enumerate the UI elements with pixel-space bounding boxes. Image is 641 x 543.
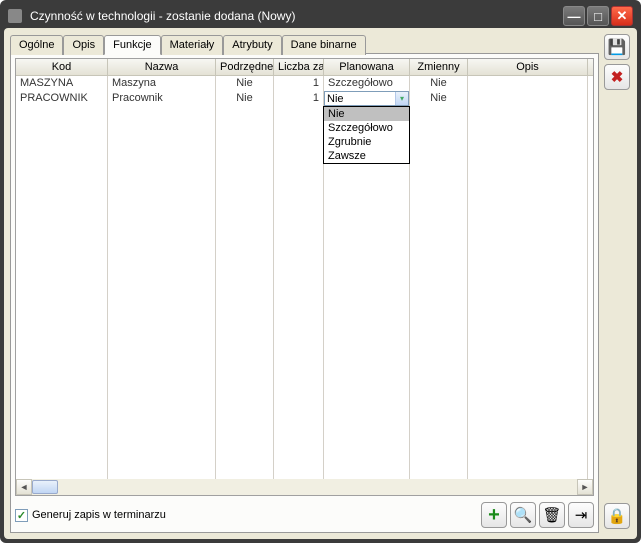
cell-zmienny[interactable]: Nie (410, 76, 467, 91)
client-area: Ogólne Opis Funkcje Materiały Atrybuty D… (4, 28, 637, 539)
col-header-planowana[interactable]: Planowana (324, 59, 410, 75)
dropdown-option[interactable]: Szczegółowo (324, 121, 409, 135)
cell-podrzedne[interactable]: Nie (216, 91, 273, 106)
dropdown-option[interactable]: Nie (324, 107, 409, 121)
scroll-thumb[interactable] (32, 480, 58, 494)
scroll-track[interactable] (32, 479, 577, 495)
cell-liczba[interactable]: 1 (274, 76, 323, 91)
checkbox-label: Generuj zapis w terminarzu (32, 509, 166, 521)
window-title: Czynność w technologii - zostanie dodana… (26, 9, 563, 23)
tab-atrybuty[interactable]: Atrybuty (223, 35, 281, 55)
grid-body: MASZYNA PRACOWNIK Maszyna Pracownik Nie … (16, 76, 593, 479)
cancel-button[interactable]: ✖ (604, 64, 630, 90)
grid: Kod Nazwa Podrzędne Liczba zas Planowana… (15, 58, 594, 496)
minimize-button[interactable]: — (563, 6, 585, 26)
tab-strip: Ogólne Opis Funkcje Materiały Atrybuty D… (10, 34, 599, 54)
maximize-button[interactable]: □ (587, 6, 609, 26)
cell-kod[interactable]: PRACOWNIK (16, 91, 107, 106)
cell-planowana[interactable]: Szczegółowo (324, 76, 409, 91)
window: Czynność w technologii - zostanie dodana… (0, 0, 641, 543)
add-button[interactable]: + (481, 502, 507, 528)
cell-planowana-dropdown[interactable]: Nie ▾ (324, 91, 409, 106)
dropdown-list: Nie Szczegółowo Zgrubnie Zawsze (323, 106, 410, 164)
cell-opis[interactable] (468, 91, 587, 106)
cell-podrzedne[interactable]: Nie (216, 76, 273, 91)
col-header-zmienny[interactable]: Zmienny (410, 59, 468, 75)
cell-nazwa[interactable]: Maszyna (108, 76, 215, 91)
tab-funkcje[interactable]: Funkcje (104, 35, 161, 55)
cell-opis[interactable] (468, 76, 587, 91)
tab-opis[interactable]: Opis (63, 35, 104, 55)
save-button[interactable]: 💾 (604, 34, 630, 60)
cell-zmienny[interactable]: Nie (410, 91, 467, 106)
col-header-liczba[interactable]: Liczba zas (274, 59, 324, 75)
chevron-down-icon[interactable]: ▾ (395, 92, 408, 105)
cell-liczba[interactable]: 1 (274, 91, 323, 106)
app-icon (8, 9, 22, 23)
tab-dane-binarne[interactable]: Dane binarne (282, 35, 366, 55)
side-toolbar: 💾 ✖ 🔒 (603, 34, 631, 533)
col-header-nazwa[interactable]: Nazwa (108, 59, 216, 75)
tab-ogolne[interactable]: Ogólne (10, 35, 63, 55)
scroll-right-icon[interactable]: ► (577, 479, 593, 495)
dropdown-option[interactable]: Zawsze (324, 149, 409, 163)
insert-button[interactable]: ⇥ (568, 502, 594, 528)
horizontal-scrollbar[interactable]: ◄ ► (16, 479, 593, 495)
bottom-row: ✓ Generuj zapis w terminarzu + 🔍 🗑 ⇥ (15, 502, 594, 528)
tab-panel: Kod Nazwa Podrzędne Liczba zas Planowana… (10, 53, 599, 533)
grid-header: Kod Nazwa Podrzędne Liczba zas Planowana… (16, 59, 593, 76)
dropdown-option[interactable]: Zgrubnie (324, 135, 409, 149)
close-button[interactable]: ✕ (611, 6, 633, 26)
scroll-left-icon[interactable]: ◄ (16, 479, 32, 495)
cell-nazwa[interactable]: Pracownik (108, 91, 215, 106)
tab-materialy[interactable]: Materiały (161, 35, 224, 55)
delete-button[interactable]: 🗑 (539, 502, 565, 528)
lock-button[interactable]: 🔒 (604, 503, 630, 529)
col-header-opis[interactable]: Opis (468, 59, 588, 75)
dropdown-value: Nie (327, 93, 395, 105)
checkbox-box: ✓ (15, 509, 28, 522)
cell-kod[interactable]: MASZYNA (16, 76, 107, 91)
generate-schedule-checkbox[interactable]: ✓ Generuj zapis w terminarzu (15, 509, 166, 522)
col-header-kod[interactable]: Kod (16, 59, 108, 75)
titlebar: Czynność w technologii - zostanie dodana… (4, 4, 637, 28)
search-button[interactable]: 🔍 (510, 502, 536, 528)
col-header-podrzedne[interactable]: Podrzędne (216, 59, 274, 75)
